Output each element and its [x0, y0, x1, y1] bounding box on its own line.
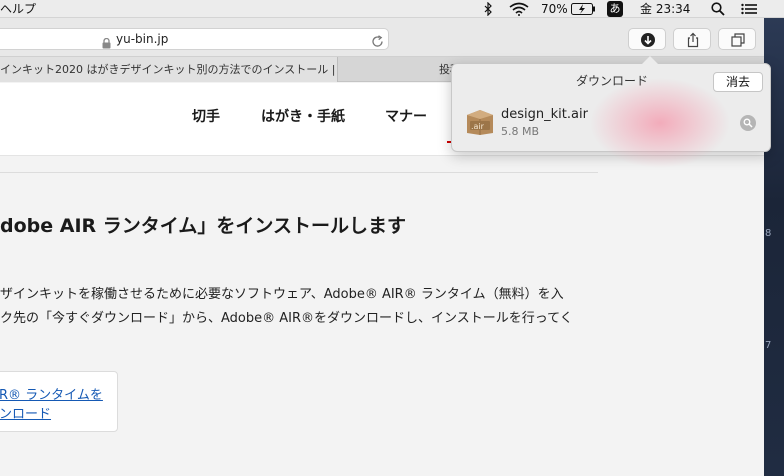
file-type-label: .air — [471, 122, 484, 131]
menu-clock[interactable]: 金 23:34 — [640, 1, 690, 17]
lock-icon — [102, 34, 111, 53]
battery-charging-icon[interactable] — [571, 3, 596, 15]
download-item[interactable]: .air design_kit.air 5.8 MB — [452, 99, 772, 147]
reload-icon[interactable] — [371, 33, 384, 52]
bluetooth-icon[interactable] — [483, 2, 493, 16]
divider — [0, 172, 598, 173]
battery-percent: 70% — [541, 2, 568, 16]
download-file-size: 5.8 MB — [501, 125, 540, 138]
menu-help[interactable]: ヘルプ — [0, 1, 36, 17]
address-bar[interactable]: yu-bin.jp — [0, 28, 389, 50]
body-text: ク先の「今すぐダウンロード」から、Adobe® AIR®をダウンロードし、インス… — [0, 311, 573, 326]
body-text: ザインキットを稼働させるために必要なソフトウェア、Adobe® AIR® ランタ… — [0, 287, 564, 302]
notification-center-icon[interactable] — [741, 3, 757, 15]
download-file-name: design_kit.air — [501, 107, 588, 122]
tab-active[interactable]: インキット2020 はがきデザインキット別の方法でのインストール | ゆうび… — [0, 57, 338, 82]
spotlight-search-icon[interactable] — [711, 2, 725, 16]
downloads-popover: ダウンロード 消去 .air design_kit.air 5.8 MB — [451, 56, 772, 152]
address-url: yu-bin.jp — [116, 32, 169, 46]
nav-link-manners[interactable]: マナー — [385, 106, 427, 126]
download-air-link[interactable]: ンロード — [0, 403, 51, 422]
menu-bar: ヘルプ 70% あ 金 23:34 — [0, 0, 784, 18]
popover-arrow — [642, 56, 658, 64]
desktop-label: 7 — [765, 340, 772, 351]
browser-toolbar: yu-bin.jp — [0, 18, 764, 57]
clear-downloads-button[interactable]: 消去 — [713, 72, 763, 92]
nav-link-stamps[interactable]: 切手 — [192, 106, 220, 126]
nav-link-postcards[interactable]: はがき・手紙 — [261, 106, 345, 126]
wifi-icon[interactable] — [509, 2, 529, 16]
reveal-in-finder-button[interactable] — [740, 115, 756, 131]
tab-overview-button[interactable] — [718, 28, 756, 50]
download-air-link[interactable]: R® ランタイムを — [0, 384, 103, 403]
input-method-indicator[interactable]: あ — [607, 1, 623, 17]
download-air-card: R® ランタイムを ンロード — [0, 371, 118, 432]
downloads-button[interactable] — [628, 28, 666, 50]
desktop-label: 8 — [765, 228, 772, 239]
air-file-icon: .air — [465, 108, 495, 136]
share-button[interactable] — [673, 28, 711, 50]
section-heading: dobe AIR ランタイム」をインストールします — [0, 215, 407, 237]
